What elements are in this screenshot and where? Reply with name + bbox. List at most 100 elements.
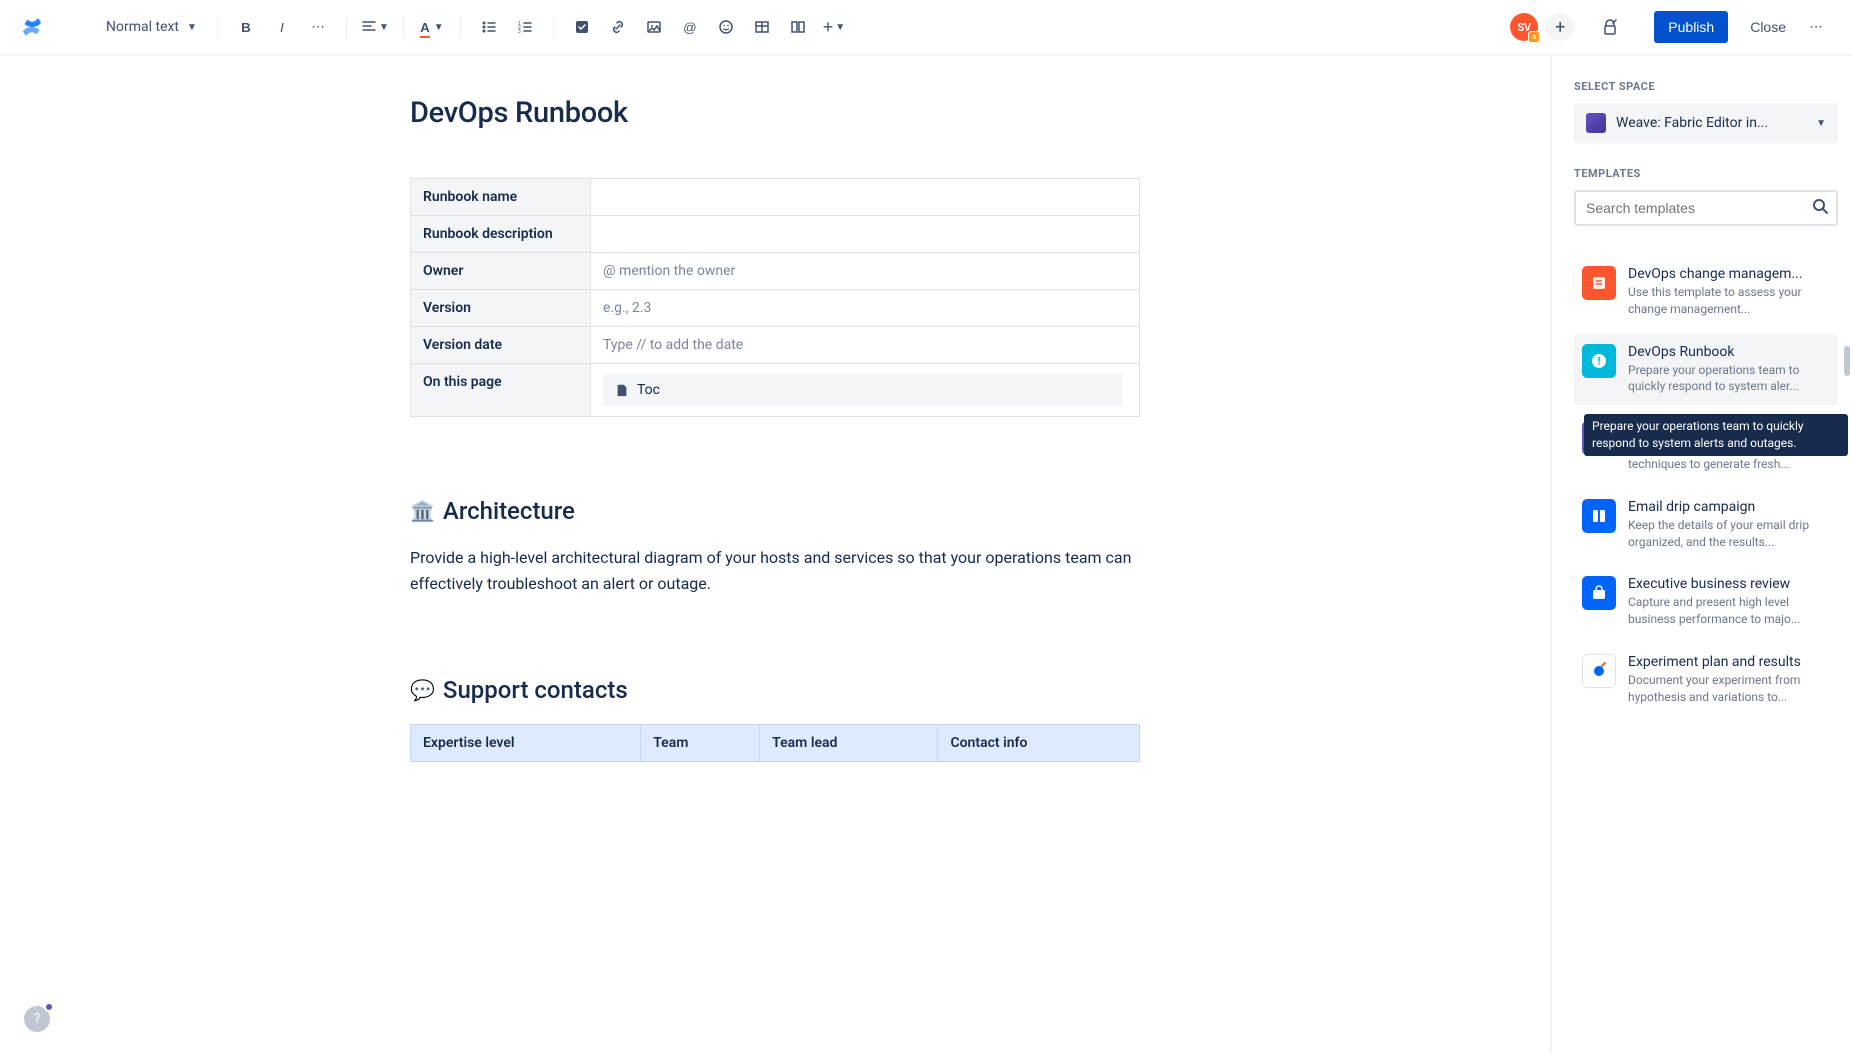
template-title: Email drip campaign [1628, 499, 1830, 515]
template-title: DevOps change managem... [1628, 266, 1830, 282]
close-button[interactable]: Close [1740, 11, 1796, 43]
meta-label[interactable]: Runbook name [411, 179, 591, 216]
restrictions-button[interactable] [1594, 11, 1626, 43]
support-contacts-table[interactable]: Expertise level Team Team lead Contact i… [410, 724, 1140, 762]
table-header[interactable]: Expertise level [411, 725, 641, 762]
meta-value[interactable]: Toc [591, 364, 1140, 417]
chevron-down-icon: ▼ [434, 22, 444, 33]
table-button[interactable] [746, 11, 778, 43]
template-item[interactable]: Experiment plan and results Document you… [1574, 644, 1838, 716]
meta-label[interactable]: Owner [411, 253, 591, 290]
more-actions-button[interactable]: ⋯ [1800, 11, 1832, 43]
search-input[interactable] [1574, 190, 1838, 226]
support-emoji-icon: 💬 [410, 678, 435, 702]
toolbar-divider [403, 15, 404, 39]
user-avatar[interactable]: SV s [1510, 13, 1538, 41]
toolbar-divider [217, 15, 218, 39]
template-title: DevOps Runbook [1628, 344, 1830, 360]
template-item[interactable]: ! DevOps Runbook Prepare your operations… [1574, 334, 1838, 406]
help-button[interactable]: ? [24, 1006, 50, 1032]
text-style-dropdown[interactable]: Normal text ▼ [98, 15, 205, 39]
invite-user-button[interactable]: + [1546, 13, 1574, 41]
more-formatting-button[interactable]: ⋯ [302, 11, 334, 43]
insert-button[interactable]: +▼ [818, 11, 850, 43]
toc-label: Toc [637, 382, 660, 398]
table-header[interactable]: Contact info [938, 725, 1140, 762]
space-name: Weave: Fabric Editor in... [1616, 115, 1806, 131]
template-title: Executive business review [1628, 576, 1830, 592]
table-header[interactable]: Team [641, 725, 760, 762]
table-row: Runbook name [411, 179, 1140, 216]
template-desc: Keep the details of your email drip orga… [1628, 517, 1830, 551]
italic-button[interactable]: I [266, 11, 298, 43]
support-contacts-title: Support contacts [443, 676, 628, 704]
meta-value[interactable] [591, 216, 1140, 253]
table-row: Version e.g., 2.3 [411, 290, 1140, 327]
link-button[interactable] [602, 11, 634, 43]
template-icon [1582, 654, 1616, 688]
template-list: DevOps change managem... Use this templa… [1574, 256, 1838, 716]
meta-value[interactable]: @ mention the owner [591, 253, 1140, 290]
page-title[interactable]: DevOps Runbook [410, 96, 1140, 130]
svg-text:!: ! [1598, 355, 1601, 368]
main-area: DevOps Runbook Runbook name Runbook desc… [0, 56, 1852, 1054]
template-icon [1582, 266, 1616, 300]
mention-button[interactable]: @ [674, 11, 706, 43]
template-icon [1582, 499, 1616, 533]
architecture-body[interactable]: Provide a high-level architectural diagr… [410, 545, 1140, 596]
meta-label[interactable]: Version date [411, 327, 591, 364]
text-color-button[interactable]: A ▼ [416, 11, 448, 43]
template-item[interactable]: DevOps change managem... Use this templa… [1574, 256, 1838, 328]
emoji-button[interactable] [710, 11, 742, 43]
template-tooltip: Prepare your operations team to quickly … [1584, 414, 1848, 456]
svg-text:3: 3 [518, 29, 521, 35]
table-row: Version date Type // to add the date [411, 327, 1140, 364]
layouts-button[interactable] [782, 11, 814, 43]
confluence-logo-icon [20, 15, 44, 39]
table-row: On this page Toc [411, 364, 1140, 417]
chevron-down-icon: ▼ [379, 22, 389, 33]
image-button[interactable] [638, 11, 670, 43]
template-item[interactable]: Email drip campaign Keep the details of … [1574, 489, 1838, 561]
table-header-row: Expertise level Team Team lead Contact i… [411, 725, 1140, 762]
meta-value[interactable] [591, 179, 1140, 216]
bold-button[interactable]: B [230, 11, 262, 43]
scrollbar-thumb[interactable] [1844, 346, 1850, 376]
numbered-list-button[interactable]: 123 [509, 11, 541, 43]
chevron-down-icon: ▼ [1816, 118, 1826, 129]
space-selector[interactable]: Weave: Fabric Editor in... ▼ [1574, 103, 1838, 143]
template-search [1574, 190, 1838, 226]
template-desc: Document your experiment from hypothesis… [1628, 672, 1830, 706]
document-icon [615, 383, 629, 397]
template-icon [1582, 576, 1616, 610]
publish-button[interactable]: Publish [1654, 11, 1728, 43]
chevron-down-icon: ▼ [187, 22, 197, 33]
text-style-label: Normal text [106, 19, 179, 35]
template-title: Experiment plan and results [1628, 654, 1830, 670]
meta-value[interactable]: Type // to add the date [591, 327, 1140, 364]
meta-label[interactable]: On this page [411, 364, 591, 417]
architecture-emoji-icon: 🏛️ [410, 499, 435, 523]
metadata-table: Runbook name Runbook description Owner @… [410, 178, 1140, 417]
template-item[interactable]: Executive business review Capture and pr… [1574, 566, 1838, 638]
architecture-title: Architecture [443, 497, 575, 525]
toolbar-divider [346, 15, 347, 39]
space-icon [1586, 113, 1606, 133]
avatar-status-badge: s [1528, 31, 1540, 43]
align-button[interactable]: ▼ [359, 11, 391, 43]
support-contacts-heading[interactable]: 💬 Support contacts [410, 676, 1140, 704]
template-desc: Capture and present high level business … [1628, 594, 1830, 628]
bullet-list-button[interactable] [473, 11, 505, 43]
table-header[interactable]: Team lead [760, 725, 938, 762]
architecture-heading[interactable]: 🏛️ Architecture [410, 497, 1140, 525]
toc-macro[interactable]: Toc [603, 374, 1123, 406]
template-desc: Prepare your operations team to quickly … [1628, 362, 1830, 396]
meta-label[interactable]: Runbook description [411, 216, 591, 253]
meta-value[interactable]: e.g., 2.3 [591, 290, 1140, 327]
editor-area[interactable]: DevOps Runbook Runbook name Runbook desc… [0, 56, 1552, 1054]
template-desc: Use this template to assess your change … [1628, 284, 1830, 318]
table-row: Runbook description [411, 216, 1140, 253]
chevron-down-icon: ▼ [835, 22, 845, 33]
action-item-button[interactable] [566, 11, 598, 43]
meta-label[interactable]: Version [411, 290, 591, 327]
